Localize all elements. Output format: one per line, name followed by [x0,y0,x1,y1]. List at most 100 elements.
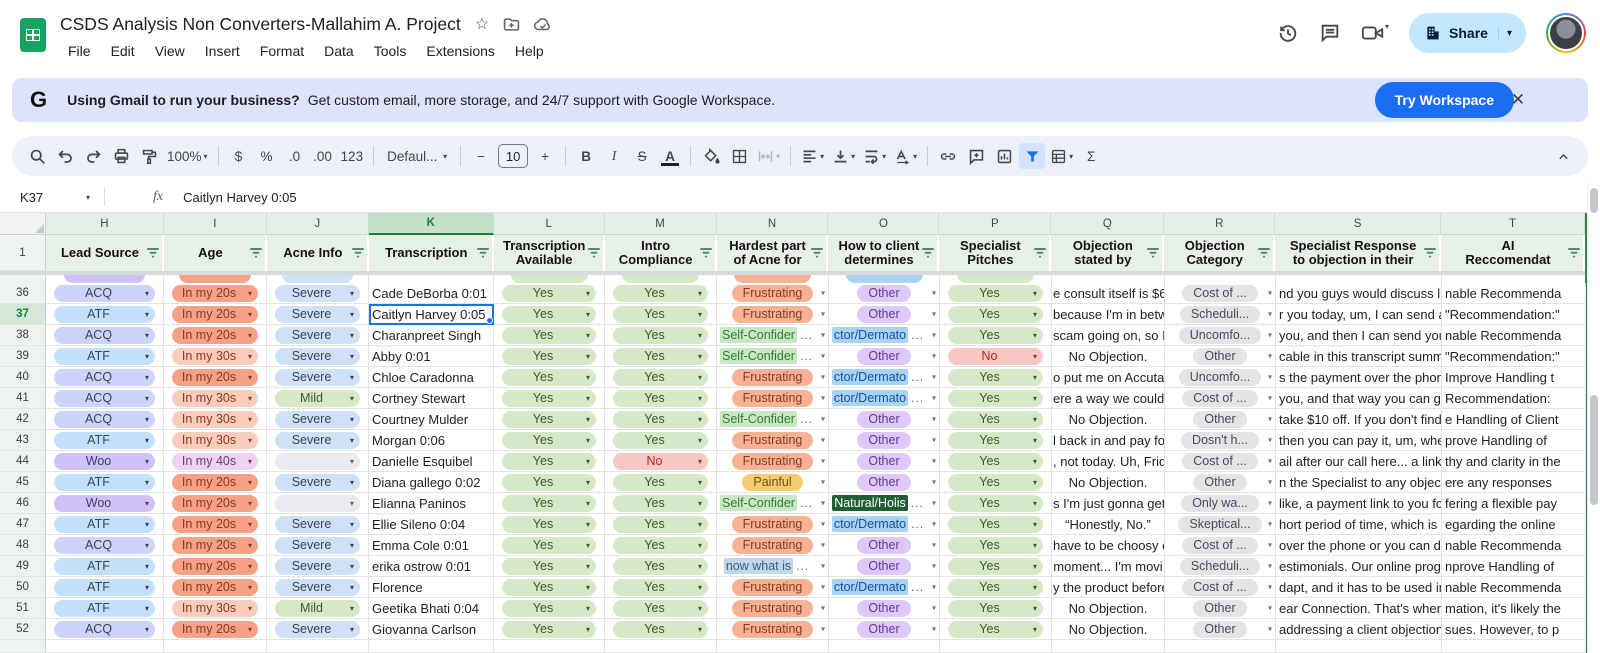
cell[interactable] [1276,275,1442,283]
dropdown-pill[interactable]: ACQ ▾ [54,389,155,407]
create-filter-icon[interactable] [1019,143,1046,169]
cell-I45[interactable]: In my 20s ▾ [164,472,267,493]
dropdown-pill[interactable]: Frustrating [731,389,814,407]
dropdown-pill[interactable]: Skeptical... [1178,515,1262,533]
cell-Q40[interactable]: o put me on Accutan [1052,367,1165,388]
header-cell-Q[interactable]: Objection stated by [1051,235,1165,271]
account-avatar[interactable] [1546,13,1586,53]
dropdown-pill[interactable]: Other [857,452,911,470]
cell-L44[interactable]: Yes ▾ [494,451,605,472]
dropdown-caret-icon[interactable]: ▾ [821,310,825,319]
row-header-48[interactable]: 48 [0,535,46,556]
more-formats-button[interactable]: 123 [338,143,367,169]
try-workspace-button[interactable]: Try Workspace [1374,82,1514,118]
dropdown-pill[interactable]: Other [857,473,911,491]
row-header-43[interactable]: 43 [0,430,46,451]
cloud-status-icon[interactable] [534,17,552,32]
cell-Q46[interactable]: s I'm just gonna get [1052,493,1165,514]
header-cell-H[interactable]: Lead Source [46,235,164,271]
cell-N52[interactable]: Frustrating ▾ [717,619,829,640]
format-currency-button[interactable]: $ [226,143,252,169]
dropdown-caret-icon[interactable]: ▾ [932,373,936,382]
row-header-39[interactable]: 39 [0,346,46,367]
insert-link-icon[interactable] [935,143,961,169]
menu-file[interactable]: File [60,41,99,61]
cell-Q37[interactable]: because I'm in betw [1052,304,1165,325]
cell-H48[interactable]: ACQ ▾ [46,535,164,556]
row-header-46[interactable]: 46 [0,493,46,514]
dropdown-pill[interactable]: Woo ▾ [54,494,155,512]
dropdown-pill[interactable]: Frustrating [731,284,814,302]
cell-O36[interactable]: Other ▾ [829,283,940,304]
cell-S38[interactable]: you, and then I can send you [1276,325,1442,346]
dropdown-pill[interactable]: Yes ▾ [948,305,1043,323]
cell-O45[interactable]: Other ▾ [829,472,940,493]
dropdown-caret-icon[interactable]: ▾ [932,562,936,571]
cell-T43[interactable]: prove Handling of [1442,430,1586,451]
cell-N47[interactable]: Frustrating ▾ [717,514,829,535]
cell-I46[interactable]: In my 20s ▾ [164,493,267,514]
dropdown-pill[interactable]: Frustrating [731,305,814,323]
dropdown-pill[interactable]: Other [857,599,911,617]
dropdown-caret-icon[interactable]: ▾ [1268,289,1272,298]
cell-P52[interactable]: Yes ▾ [940,619,1052,640]
dropdown-caret-icon[interactable]: ▾ [821,499,825,508]
dropdown-pill[interactable]: Yes ▾ [613,494,708,512]
dropdown-caret-icon[interactable]: ▾ [821,604,825,613]
dropdown-pill[interactable]: In my 30s ▾ [172,347,258,365]
cell-N41[interactable]: Frustrating ▾ [717,388,829,409]
dropdown-pill[interactable]: Other [857,305,911,323]
filter-views-icon[interactable]: ▾ [1047,143,1076,169]
column-header-I[interactable]: I [163,213,267,235]
dropdown-caret-icon[interactable]: ▾ [932,541,936,550]
cell-K49[interactable]: erika ostrow 0:01 [369,556,494,577]
cell-L46[interactable]: Yes ▾ [494,493,605,514]
font-select[interactable]: Defaul... ▾ [381,143,453,169]
row-header-37[interactable]: 37 [0,304,46,325]
share-caret-icon[interactable]: ▾ [1497,27,1520,39]
cell-P51[interactable]: Yes ▾ [940,598,1052,619]
cell-N40[interactable]: Frustrating ▾ [717,367,829,388]
cell-K38[interactable]: Charanpreet Singh [369,325,494,346]
cell-L52[interactable]: Yes ▾ [494,619,605,640]
cell-M36[interactable]: Yes ▾ [605,283,717,304]
cell-I48[interactable]: In my 20s ▾ [164,535,267,556]
cell-R52[interactable]: Other ▾ [1165,619,1276,640]
dropdown-pill[interactable]: Yes ▾ [948,620,1043,638]
text-color-button[interactable]: A [657,143,683,169]
cell-R39[interactable]: Other ▾ [1165,346,1276,367]
dropdown-pill[interactable]: ▾ [275,452,360,470]
dropdown-pill[interactable]: Yes ▾ [502,389,596,407]
cell[interactable] [605,275,717,283]
cell-S37[interactable]: r you today, um, I can send a [1276,304,1442,325]
dropdown-pill[interactable]: Other [1193,347,1247,365]
cell-O41[interactable]: ctor/Dermato... ▾ [829,388,940,409]
dropdown-caret-icon[interactable]: ▾ [821,457,825,466]
header-cell-M[interactable]: Intro Compliance [604,235,717,271]
dropdown-pill[interactable]: Severe ▾ [275,431,360,449]
cell-K47[interactable]: Ellie Sileno 0:04 [369,514,494,535]
dropdown-caret-icon[interactable]: ▾ [821,394,825,403]
dropdown-caret-icon[interactable]: ▾ [1268,604,1272,613]
cell-P45[interactable]: Yes ▾ [940,472,1052,493]
dropdown-pill[interactable]: ATF ▾ [54,599,155,617]
row-header-41[interactable]: 41 [0,388,46,409]
cell-J49[interactable]: Severe ▾ [267,556,369,577]
cell-T47[interactable]: egarding the online [1442,514,1586,535]
cell-O43[interactable]: Other ▾ [829,430,940,451]
cell-I40[interactable]: In my 20s ▾ [164,367,267,388]
cell-H42[interactable]: ACQ ▾ [46,409,164,430]
dropdown-pill[interactable]: Yes ▾ [613,557,708,575]
dropdown-pill[interactable]: In my 20s ▾ [172,620,258,638]
cell-K42[interactable]: Courtney Mulder [369,409,494,430]
functions-icon[interactable]: Σ [1078,143,1104,169]
dropdown-caret-icon[interactable]: ▾ [1268,499,1272,508]
cell-N45[interactable]: Painful ▾ [717,472,829,493]
dropdown-caret-icon[interactable]: ▾ [821,436,825,445]
dropdown-pill[interactable]: Uncomfo... [1178,326,1262,344]
dropdown-caret-icon[interactable]: ▾ [821,352,825,361]
cell-J39[interactable]: Severe ▾ [267,346,369,367]
filter-icon[interactable] [699,248,712,258]
dropdown-pill[interactable]: Frustrating [731,368,814,386]
cell-K44[interactable]: Danielle Esquibel [369,451,494,472]
